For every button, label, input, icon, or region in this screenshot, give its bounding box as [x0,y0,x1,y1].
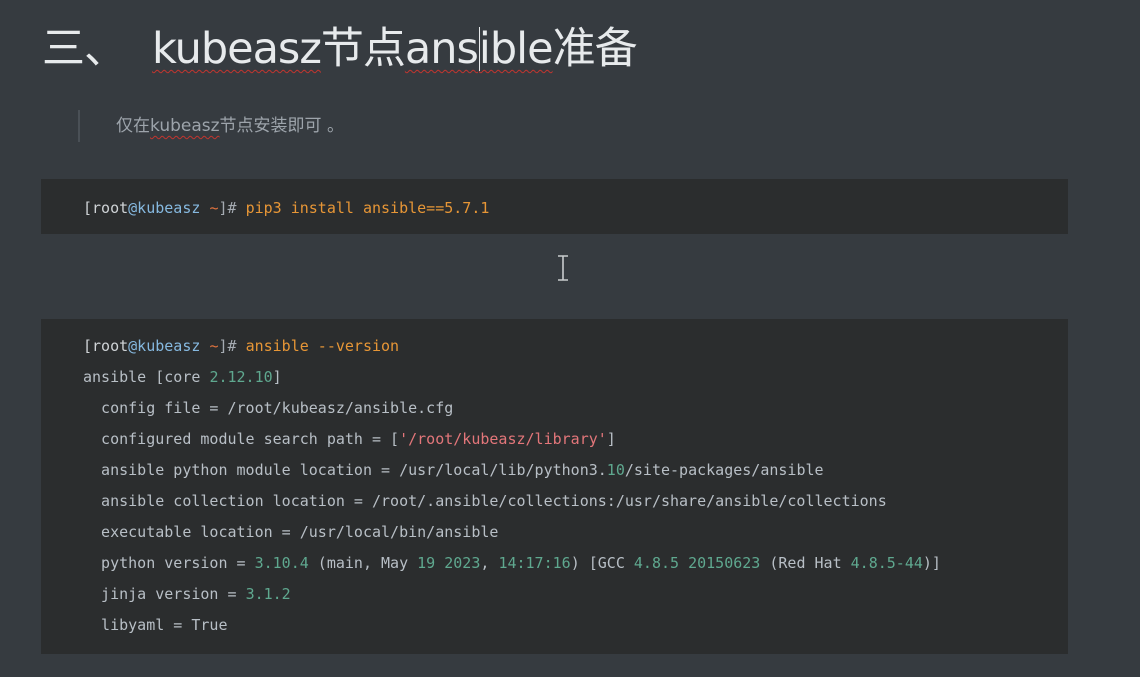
code-text: jinja version = [83,585,246,603]
code-text: (main, May [308,554,418,572]
code-number: 4.8.5-44 [850,554,923,572]
prompt-close: ]# [218,337,237,355]
code-number: 10 [606,461,625,479]
prompt-host: @kubeasz [128,337,201,355]
code-text: )] [922,554,941,572]
code-number: 2.12.10 [209,368,273,386]
prompt-user: [root [83,337,129,355]
code-text: (Red Hat [760,554,851,572]
code-text: python version = [83,554,255,572]
heading-number: 三、 [42,24,127,74]
code-text: ] [606,430,616,448]
prompt-close: ]# [218,199,237,217]
heading-word-prepare: 准备 [552,24,638,74]
code-text: ] [272,368,282,386]
code-line: configured module search path = ['/root/… [83,427,1068,458]
note-blockquote: 仅在kubeasz节点安装即可 。 [78,110,344,142]
code-line: config file = /root/kubeasz/ansible.cfg [83,399,454,417]
code-block-install[interactable]: [root@kubeasz ~]# pip3 install ansible==… [41,179,1068,234]
text-cursor-icon [558,255,568,281]
code-line: jinja version = 3.1.2 [83,582,1068,613]
version-command: ansible --version [245,337,400,355]
heading-word-ans: ans [404,24,479,74]
code-text: ansible python module location = /usr/lo… [83,461,607,479]
code-number: 3.1.2 [245,585,291,603]
code-text: ansible [core [83,368,210,386]
note-text-post: 节点安装即可 。 [219,116,344,136]
code-number: 4.8.5 20150623 [633,554,761,572]
code-line: ansible [core 2.12.10] [83,365,1068,396]
code-text: ) [GCC [570,554,634,572]
note-word-kubeasz: kubeasz [150,116,220,136]
code-line: libyaml = True [83,616,228,634]
note-text-pre: 仅在 [116,116,150,136]
code-number: 3.10.4 [254,554,309,572]
code-text: configured module search path = [ [83,430,400,448]
code-number: 19 2023 [417,554,481,572]
heading-word-ible: ible [478,24,554,74]
prompt-host: @kubeasz [128,199,201,217]
heading-word-kubeasz: kubeasz [152,24,322,74]
code-line: ansible python module location = /usr/lo… [83,458,1068,489]
code-line: executable location = /usr/local/bin/ans… [83,523,499,541]
heading-word-node: 节点 [320,24,406,74]
code-number: 14:17:16 [498,554,571,572]
code-text: /site-packages/ansible [624,461,824,479]
prompt-user: [root [83,199,129,217]
code-block-version[interactable]: [root@kubeasz ~]# ansible --version ansi… [41,319,1068,654]
code-string: '/root/kubeasz/library' [399,430,607,448]
code-line: [root@kubeasz ~]# ansible --version [83,334,1068,365]
code-line: ansible collection location = /root/.ans… [83,492,887,510]
section-heading[interactable]: 三、 kubeasz节点ansible准备 [42,14,638,76]
code-line: [root@kubeasz ~]# pip3 install ansible==… [83,196,1068,227]
code-line: python version = 3.10.4 (main, May 19 20… [83,551,1068,582]
install-command: pip3 install ansible==5.7.1 [245,199,490,217]
code-text: , [480,554,499,572]
